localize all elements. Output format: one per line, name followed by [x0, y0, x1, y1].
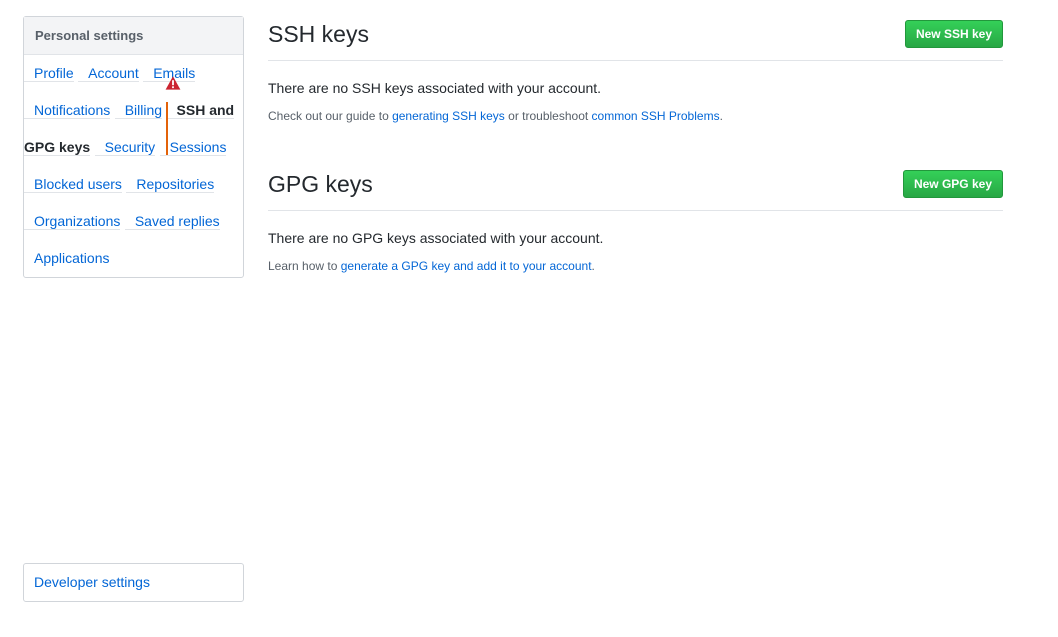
generating-ssh-keys-link[interactable]: generating SSH keys	[392, 109, 505, 123]
gpg-help-note: Learn how to generate a GPG key and add …	[268, 259, 595, 273]
sidebar-item-saved-replies[interactable]: Saved replies	[124, 213, 220, 230]
ssh-help-prefix: Check out our guide to	[268, 109, 393, 123]
sidebar-item-account[interactable]: Account	[78, 65, 139, 82]
new-ssh-key-button[interactable]: New SSH key	[904, 20, 1003, 48]
ssh-empty-message: There are no SSH keys associated with yo…	[268, 80, 602, 96]
sidebar-item-repositories[interactable]: Repositories	[126, 176, 215, 193]
ssh-keys-section: SSH keys New SSH key There are no SSH ke…	[268, 16, 1003, 123]
gpg-keys-title: GPG keys	[268, 171, 373, 197]
gpg-empty-message: There are no GPG keys associated with yo…	[268, 230, 604, 246]
sidebar-item-emails[interactable]: Emails	[143, 65, 196, 90]
sidebar-item-billing[interactable]: Billing	[114, 102, 163, 119]
sidebar-item-organizations[interactable]: Organizations	[24, 213, 121, 230]
sidebar-item-developer-settings[interactable]: Developer settings	[24, 574, 150, 590]
developer-settings-menu: Developer settings	[23, 563, 244, 602]
generate-gpg-key-link[interactable]: generate a GPG key and add it to your ac…	[341, 259, 592, 273]
ssh-subhead: SSH keys New SSH key	[268, 16, 1003, 61]
ssh-keys-title: SSH keys	[268, 21, 369, 47]
sidebar-item-applications[interactable]: Applications	[24, 250, 110, 266]
sidebar-item-blocked-users[interactable]: Blocked users	[24, 176, 122, 193]
ssh-help-middle: or troubleshoot	[504, 109, 592, 123]
settings-page: Personal settings Profile Account Emails…	[0, 0, 1058, 637]
alert-icon	[165, 76, 181, 90]
sidebar-item-profile[interactable]: Profile	[24, 65, 74, 82]
gpg-subhead: GPG keys New GPG key	[268, 166, 1003, 211]
gpg-keys-section: GPG keys New GPG key There are no GPG ke…	[268, 166, 1003, 273]
sidebar-item-security[interactable]: Security	[94, 139, 156, 156]
menu-heading: Personal settings	[24, 17, 243, 55]
ssh-help-suffix: .	[719, 109, 723, 123]
common-ssh-problems-link[interactable]: common SSH Problems	[592, 109, 720, 123]
gpg-help-prefix: Learn how to	[268, 259, 341, 273]
sidebar-item-sessions[interactable]: Sessions	[159, 139, 227, 156]
personal-settings-menu: Personal settings Profile Account Emails…	[23, 16, 244, 278]
gpg-help-suffix: .	[591, 259, 595, 273]
new-gpg-key-button[interactable]: New GPG key	[902, 170, 1003, 198]
ssh-help-note: Check out our guide to generating SSH ke…	[268, 109, 723, 123]
sidebar-item-notifications[interactable]: Notifications	[24, 102, 111, 119]
